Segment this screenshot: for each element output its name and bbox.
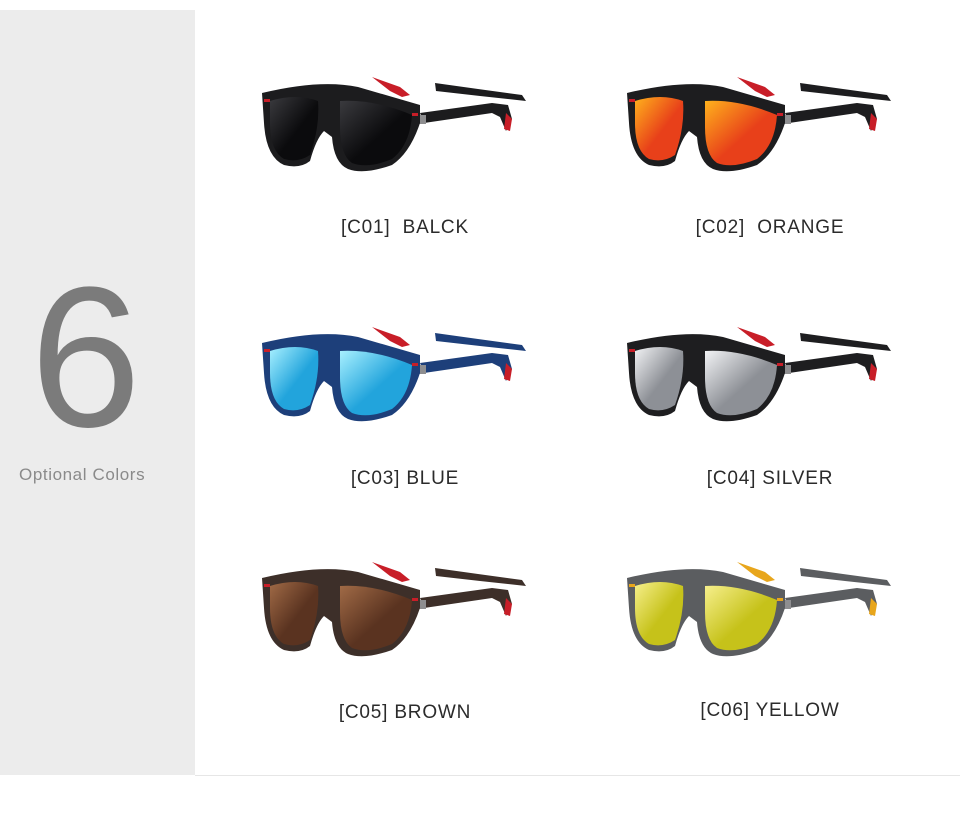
frame-stud <box>777 598 783 601</box>
variant-label: [C06] YELLOW <box>700 700 840 721</box>
frame-stud <box>412 598 418 601</box>
lens-left <box>270 347 319 411</box>
sunglasses-image <box>627 77 891 172</box>
temple-arm-back <box>435 333 526 351</box>
temple-arm-back <box>800 568 891 586</box>
frame-stud <box>264 99 270 102</box>
variant-label: [C04] SILVER <box>706 468 834 489</box>
sunglasses-image <box>262 562 526 657</box>
sunglasses-image <box>262 77 526 172</box>
temple-arm <box>785 588 877 616</box>
temple-arm <box>785 103 877 131</box>
variant-label: [C03] BLUE <box>350 468 460 489</box>
sunglasses-image <box>627 327 891 422</box>
variant-c05: [C05] BROWN <box>260 550 550 750</box>
frame-stud <box>629 349 635 352</box>
temple-arm <box>420 353 512 381</box>
frame-stud <box>264 584 270 587</box>
frame-stud <box>412 113 418 116</box>
lens-left <box>635 582 684 646</box>
temple-arm <box>420 103 512 131</box>
frame-stud <box>412 363 418 366</box>
variant-c03: [C03] BLUE <box>260 315 550 515</box>
temple-arm <box>420 588 512 616</box>
temple-arm-back <box>435 568 526 586</box>
sidebar-caption: Optional Colors <box>19 465 146 484</box>
top-strip <box>0 0 960 10</box>
frame-stud <box>777 363 783 366</box>
lens-left <box>270 97 319 161</box>
temple-arm-back <box>435 83 526 101</box>
frame-stud <box>777 113 783 116</box>
lens-left <box>635 347 684 411</box>
sunglasses-image <box>262 327 526 422</box>
frame-stud <box>264 349 270 352</box>
variant-label: [C02] ORANGE <box>695 217 845 238</box>
sunglasses-image <box>627 562 891 657</box>
sidebar: 6 Optional Colors <box>0 10 195 775</box>
temple-arm-back <box>800 83 891 101</box>
variant-c01: [C01] BALCK <box>260 65 550 265</box>
lens-left <box>270 582 319 646</box>
variant-label: [C01] BALCK <box>341 217 469 238</box>
temple-arm-back <box>800 333 891 351</box>
lens-left <box>635 97 684 161</box>
frame-stud <box>629 584 635 587</box>
color-count: 6 <box>30 246 141 469</box>
variant-c02: [C02] ORANGE <box>625 65 915 265</box>
variant-c06: [C06] YELLOW <box>625 550 915 750</box>
temple-arm <box>785 353 877 381</box>
variant-label: [C05] BROWN <box>338 702 472 723</box>
variant-c04: [C04] SILVER <box>625 315 915 515</box>
frame-stud <box>629 99 635 102</box>
color-grid: [C01] BALCK [C02] ORANGE [C03] BLUE [C04… <box>195 10 960 776</box>
